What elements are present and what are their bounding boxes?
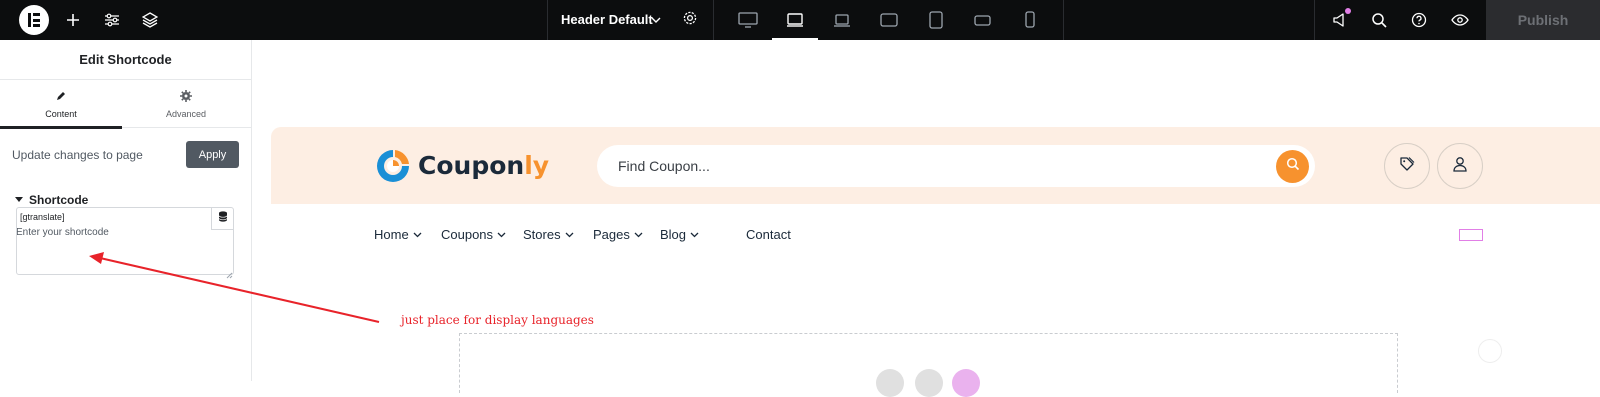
annotation-text: just place for display languages [401, 313, 594, 327]
annotation-arrow [89, 252, 380, 323]
